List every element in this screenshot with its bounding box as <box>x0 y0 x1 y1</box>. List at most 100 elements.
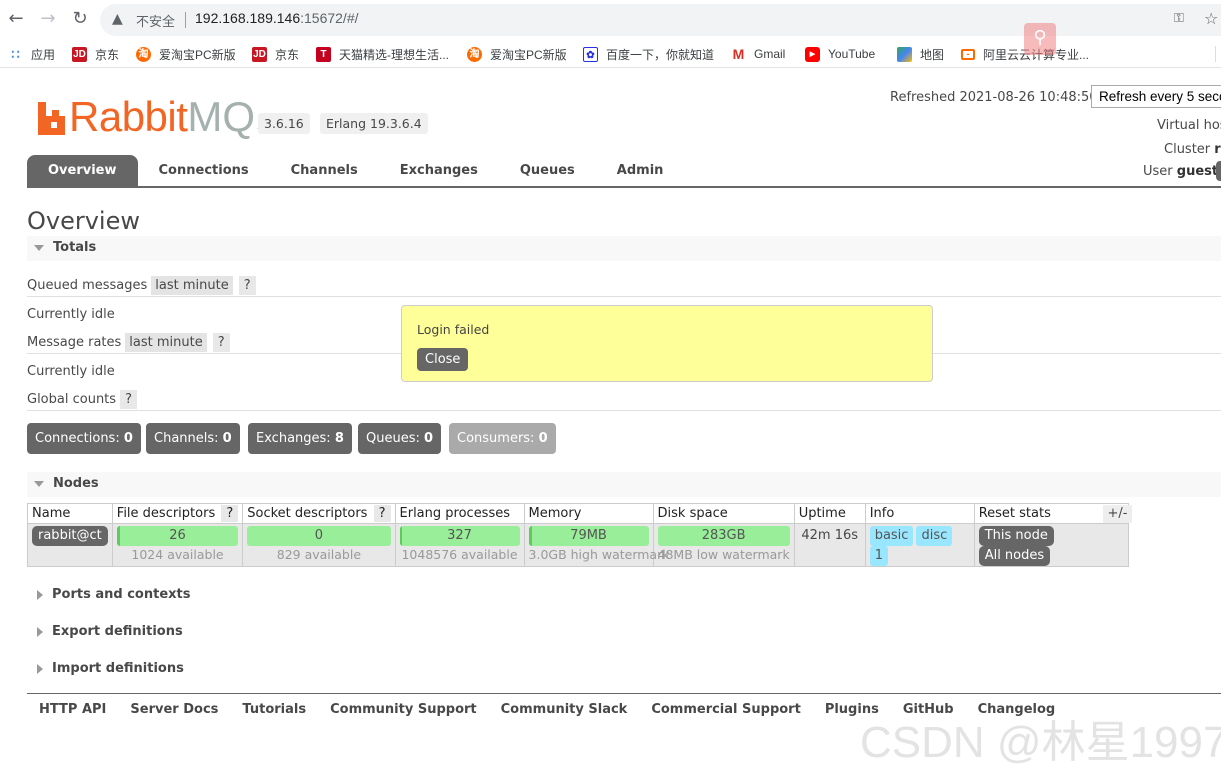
message-rates-label: Message rates <box>27 335 122 350</box>
bookmark-taobao-2[interactable]: 淘 爱淘宝PC新版 <box>467 45 567 63</box>
jd-icon: JD <box>252 46 267 62</box>
column-header-disk-space: Disk space <box>652 503 795 524</box>
bookmark-youtube[interactable]: ▶ YouTube <box>805 45 875 63</box>
column-header-info: Info <box>864 503 975 524</box>
count-value: 8 <box>334 431 344 446</box>
back-icon[interactable]: ← <box>5 8 27 30</box>
bar-value: 327 <box>447 528 472 543</box>
column-header-erlang-processes: Erlang processes <box>394 503 525 524</box>
search-extension-icon[interactable]: ⚲ <box>1024 23 1056 55</box>
column-header-name: Name <box>27 503 113 524</box>
help-icon[interactable]: ? <box>212 333 230 352</box>
export-definitions-toggle[interactable]: Export definitions <box>37 624 183 639</box>
refresh-interval-select[interactable]: Refresh every 5 seconds <box>1091 85 1221 108</box>
column-header-file-descriptors: File descriptors ? <box>111 503 244 524</box>
exchanges-count-button[interactable]: Exchanges: 8 <box>248 423 352 454</box>
socket-descriptors-bar: 0 <box>247 526 391 546</box>
page-title: Overview <box>27 207 140 235</box>
divider <box>27 296 1221 297</box>
consumers-count-button[interactable]: Consumers: 0 <box>449 423 556 454</box>
aliyun-icon: - <box>961 48 975 60</box>
connections-count-button[interactable]: Connections: 0 <box>27 423 141 454</box>
footer-link-http-api[interactable]: HTTP API <box>27 702 118 717</box>
footer-link-commercial-support[interactable]: Commercial Support <box>639 702 813 717</box>
bookmark-jd[interactable]: JD 京东 <box>72 45 119 63</box>
reset-all-nodes-button[interactable]: All nodes <box>978 546 1051 566</box>
node-link[interactable]: rabbit@ct <box>32 526 108 546</box>
bookmark-star-icon[interactable]: ☆ <box>1204 9 1218 28</box>
expanded-triangle-icon <box>34 481 44 487</box>
tab-admin[interactable]: Admin <box>596 155 685 186</box>
help-icon[interactable]: ? <box>221 505 239 522</box>
bar-value: 79MB <box>570 528 607 543</box>
ports-and-contexts-toggle[interactable]: Ports and contexts <box>37 587 190 602</box>
rates-status: Currently idle <box>27 364 115 379</box>
user-name: guest <box>1176 164 1219 179</box>
reset-this-node-button[interactable]: This node <box>978 526 1054 546</box>
section-title: Ports and contexts <box>52 587 191 602</box>
bookmark-jd-2[interactable]: JD 京东 <box>252 45 299 63</box>
rabbitmq-mark-icon <box>38 102 65 135</box>
memory-bar: 79MB <box>528 526 649 546</box>
bookmark-taobao[interactable]: 淘 爱淘宝PC新版 <box>136 45 236 63</box>
logo-text-mq: MQ <box>187 93 256 140</box>
tab-queues[interactable]: Queues <box>499 155 596 186</box>
bookmark-gmail[interactable]: M Gmail <box>731 45 786 63</box>
footer-link-community-slack[interactable]: Community Slack <box>489 702 640 717</box>
footer-link-community-support[interactable]: Community Support <box>318 702 489 717</box>
import-definitions-toggle[interactable]: Import definitions <box>37 661 184 676</box>
count-value: 0 <box>424 431 434 446</box>
forward-icon[interactable]: → <box>37 8 59 30</box>
bookmark-baidu[interactable]: ✿ 百度一下，你就知道 <box>583 45 714 63</box>
nodes-section-toggle[interactable]: Nodes <box>27 472 1221 497</box>
bookmark-apps[interactable]: ∷ 应用 <box>8 45 55 63</box>
tab-channels[interactable]: Channels <box>270 155 379 186</box>
tmall-icon: T <box>316 46 331 62</box>
logout-button[interactable] <box>1216 161 1221 181</box>
help-icon[interactable]: ? <box>373 505 391 522</box>
cluster-info: Cluster rabbit@ct <box>1164 142 1221 157</box>
erlang-processes-available: 1048576 available <box>401 547 518 562</box>
queued-messages-range-select[interactable]: last minute <box>151 276 233 295</box>
memory-cell: 79MB 3.0GB high watermark <box>523 523 669 567</box>
url-text[interactable]: 192.168.189.146:15672/#/ <box>195 10 359 26</box>
tab-overview[interactable]: Overview <box>27 155 138 186</box>
bookmark-maps[interactable]: 地图 <box>897 45 944 63</box>
logo-text-rabbit: Rabbit <box>69 93 188 140</box>
help-icon[interactable]: ? <box>120 390 137 409</box>
warning-icon: ▲ <box>112 11 123 27</box>
nodes-table: Name File descriptors ? Socket descripto… <box>27 503 1129 567</box>
columns-toggle-button[interactable]: +/- <box>1103 505 1132 523</box>
channels-count-button[interactable]: Channels: 0 <box>146 423 240 454</box>
queues-count-button[interactable]: Queues: 0 <box>358 423 442 454</box>
tab-connections[interactable]: Connections <box>138 155 270 186</box>
version-badge: 3.6.16 <box>258 113 310 134</box>
footer-link-tutorials[interactable]: Tutorials <box>230 702 318 717</box>
watermark: CSDN @林星1997 <box>860 718 1221 764</box>
url-host: 192.168.189.146 <box>195 10 301 26</box>
info-badge-count: 1 <box>869 546 888 566</box>
disk-space-bar: 283GB <box>657 526 790 546</box>
maps-icon <box>897 46 912 62</box>
youtube-icon: ▶ <box>805 46 820 62</box>
file-descriptors-cell: 26 1024 available <box>111 523 244 567</box>
help-icon[interactable]: ? <box>238 276 256 295</box>
popup-close-button[interactable]: Close <box>417 348 469 371</box>
totals-section-toggle[interactable]: Totals <box>27 236 1221 261</box>
virtual-host-label: Virtual host <box>1157 118 1221 133</box>
message-rates-range-select[interactable]: last minute <box>125 333 207 352</box>
global-counts-label: Global counts <box>27 392 117 407</box>
rabbitmq-logo[interactable]: Rabbit MQ TM <box>38 93 266 140</box>
bookmark-label: 爱淘宝PC新版 <box>159 47 236 62</box>
disk-space-cell: 283GB 48MB low watermark <box>652 523 795 567</box>
bookmark-tmall[interactable]: T 天猫精选-理想生活... <box>316 45 449 63</box>
bookmark-label: YouTube <box>828 47 876 61</box>
jd-icon: JD <box>72 46 87 62</box>
key-icon[interactable]: ⚿ <box>1174 11 1184 26</box>
node-name-cell: rabbit@ct <box>27 523 113 567</box>
tab-exchanges[interactable]: Exchanges <box>379 155 499 186</box>
reload-icon[interactable]: ↻ <box>69 8 91 30</box>
footer-link-server-docs[interactable]: Server Docs <box>118 702 230 717</box>
count-value: 0 <box>222 431 232 446</box>
tabs-rule <box>27 186 1221 188</box>
